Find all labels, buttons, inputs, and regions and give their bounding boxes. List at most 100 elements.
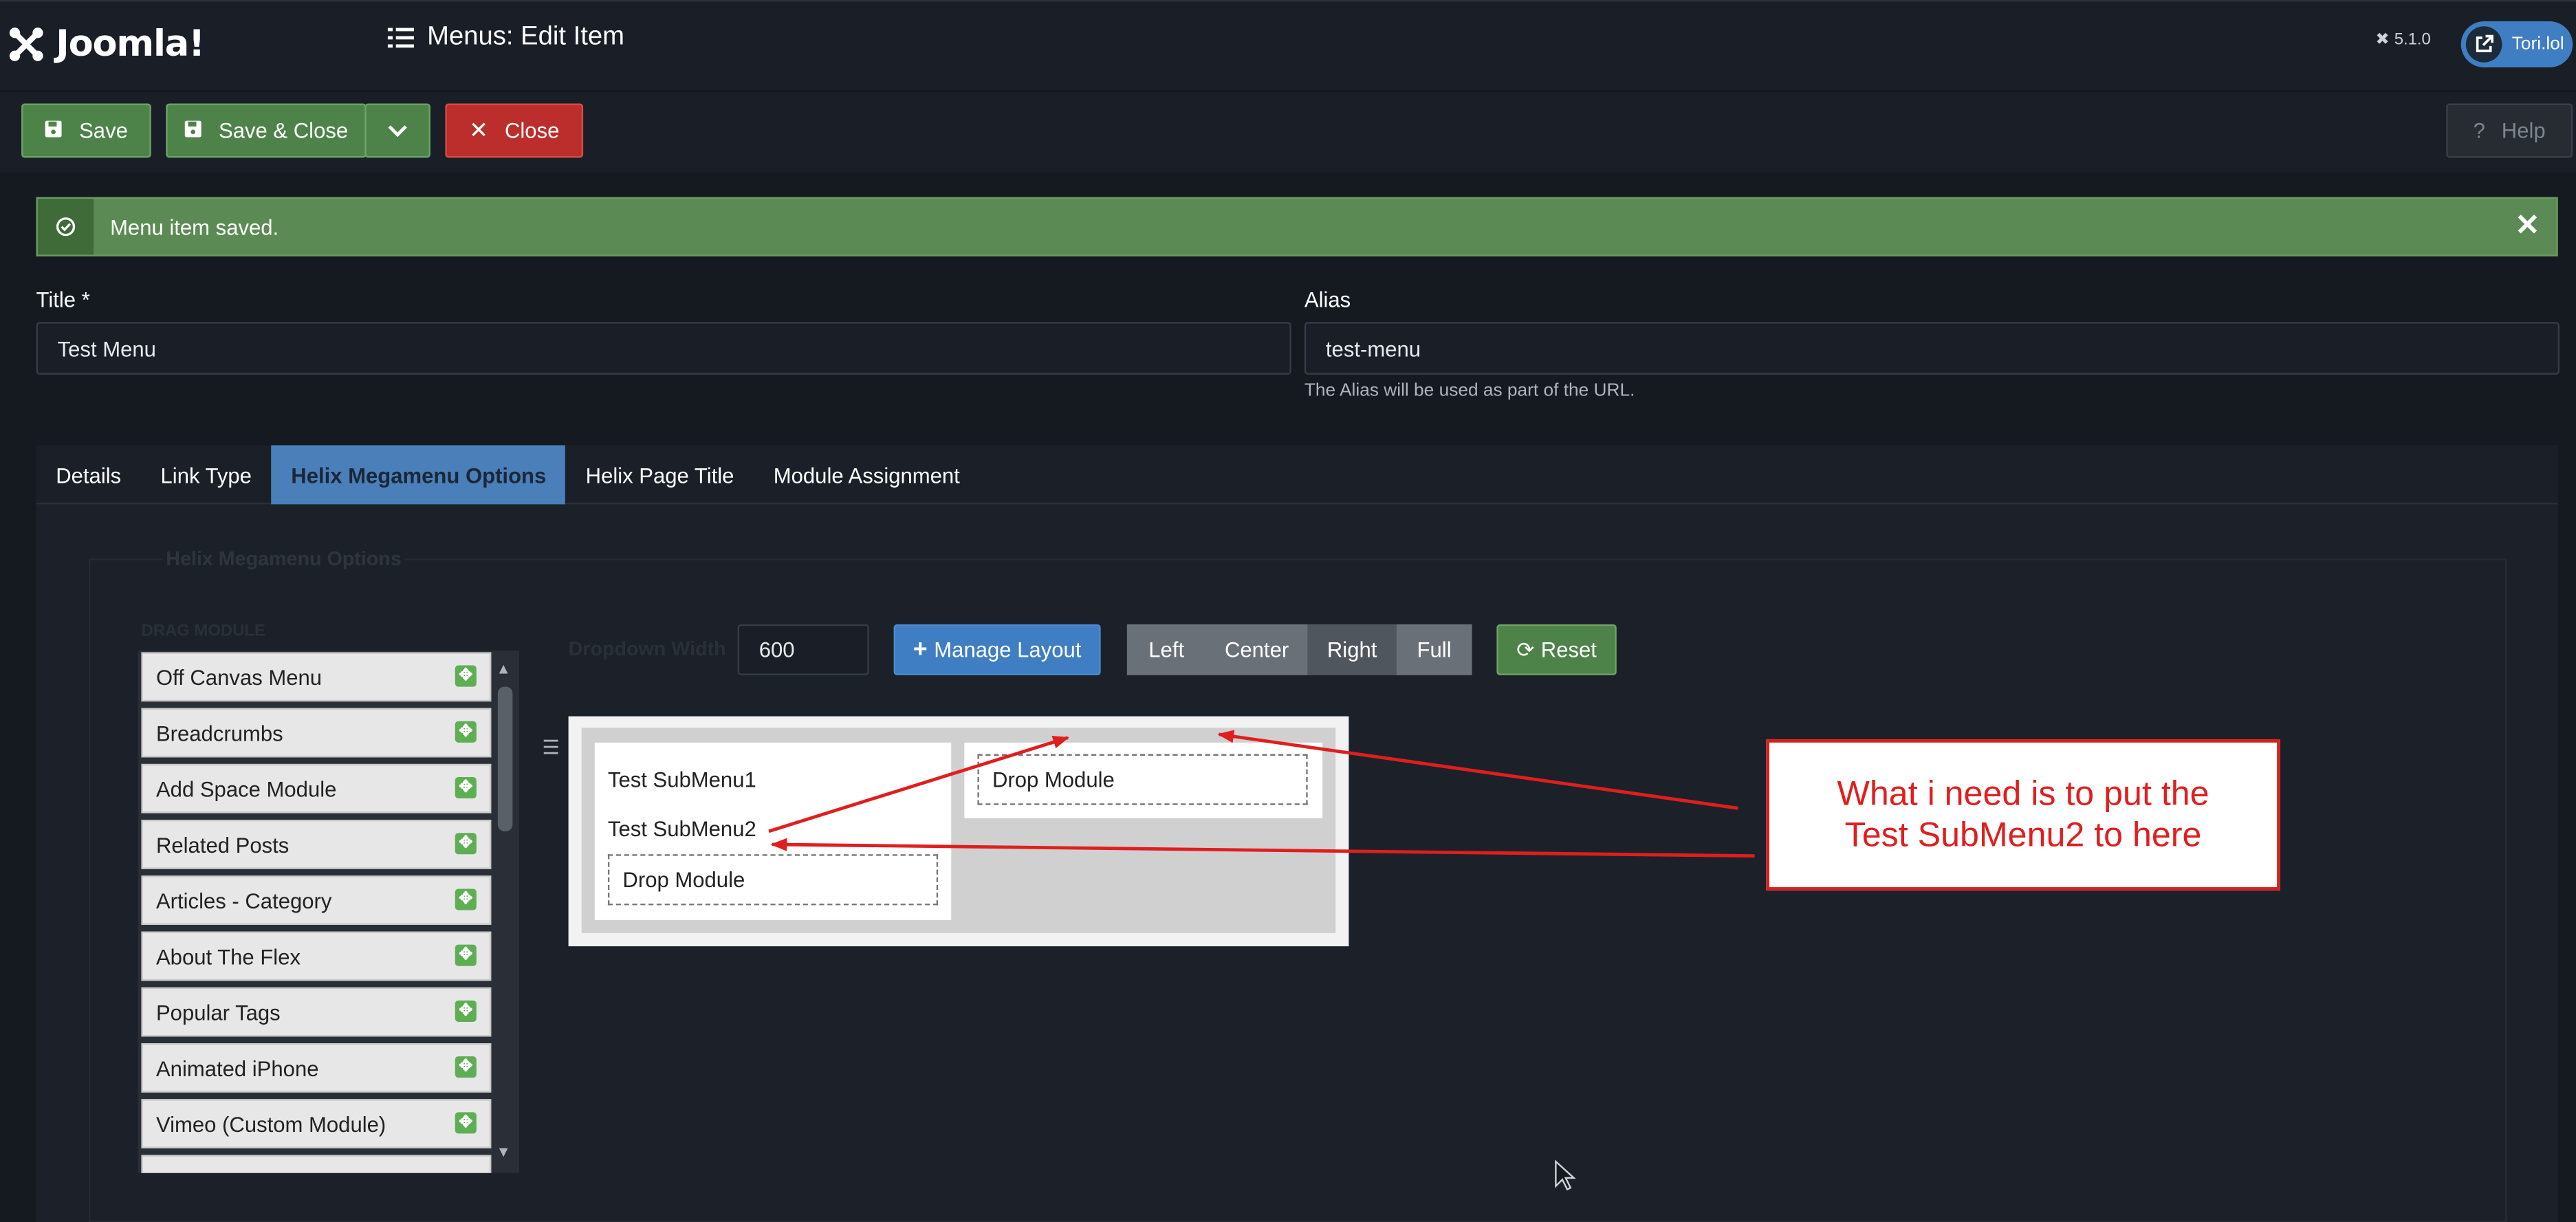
align-label: Full	[1417, 637, 1452, 662]
alert-close-icon[interactable]: ✕	[2515, 208, 2540, 243]
drop-module-zone-1[interactable]: Drop Module	[607, 854, 939, 906]
submenu-item-2[interactable]: Test SubMenu2	[608, 816, 756, 841]
move-icon[interactable]: ✥	[455, 1056, 477, 1078]
align-label: Center	[1224, 637, 1289, 662]
module-item-vimeo[interactable]: Vimeo (Custom Module) ✥	[141, 1099, 492, 1148]
user-name: Tori.lol	[2511, 34, 2564, 54]
module-label: Related Posts	[155, 832, 290, 857]
row-drag-handle-icon[interactable]: ☰	[542, 736, 560, 759]
annotation-line-1: What i need is to put the	[1837, 775, 2209, 814]
move-icon[interactable]: ✥	[455, 665, 477, 687]
alias-label: Alias	[1304, 287, 1351, 312]
dropdown-width-value: 600	[758, 637, 795, 662]
manage-layout-label: Manage Layout	[934, 637, 1082, 662]
alias-help-text: The Alias will be used as part of the UR…	[1304, 381, 1635, 401]
tab-module-assignment[interactable]: Module Assignment	[754, 445, 979, 504]
module-item-animated-iphone[interactable]: Animated iPhone ✥	[141, 1043, 492, 1093]
external-link-icon	[2465, 26, 2502, 63]
module-list[interactable]: Off Canvas Menu ✥ Breadcrumbs ✥ Add Space …	[138, 651, 519, 1173]
plus-icon: +	[913, 635, 928, 664]
reset-label: Reset	[1540, 637, 1597, 662]
close-button[interactable]: ✕ Close	[445, 103, 584, 158]
top-header	[0, 0, 2576, 91]
module-label: Vimeo (Custom Module)	[155, 1111, 386, 1136]
align-label: Right	[1327, 637, 1377, 662]
manage-layout-button[interactable]: + Manage Layout	[893, 624, 1101, 675]
list-icon	[387, 28, 415, 48]
mouse-cursor-icon	[1555, 1159, 1576, 1191]
reset-button[interactable]: ⟳ Reset	[1496, 624, 1617, 675]
tab-label: Details	[56, 462, 122, 488]
fieldset-legend: Helix Megamenu Options	[162, 547, 405, 570]
chevron-down-icon	[388, 124, 407, 137]
module-label: Animated iPhone	[155, 1055, 319, 1080]
move-icon[interactable]: ✥	[455, 833, 477, 855]
tab-helix-page-title[interactable]: Helix Page Title	[566, 445, 754, 504]
save-close-button[interactable]: Save & Close	[166, 103, 367, 158]
close-icon: ✕	[469, 116, 489, 143]
alias-field[interactable]: test-menu	[1304, 322, 2560, 375]
version-text: 5.1.0	[2394, 31, 2431, 50]
tab-label: Helix Megamenu Options	[291, 462, 547, 488]
joomla-logo[interactable]: Joomla!	[7, 20, 205, 69]
help-label: Help	[2501, 118, 2546, 143]
align-label: Left	[1148, 637, 1185, 662]
move-icon[interactable]: ✥	[455, 888, 477, 910]
module-item-popular-tags[interactable]: Popular Tags ✥	[141, 987, 492, 1037]
move-icon[interactable]: ✥	[455, 1000, 477, 1022]
module-item-articles-category[interactable]: Articles - Category ✥	[141, 875, 492, 926]
brand-name: Joomla!	[56, 23, 205, 65]
user-menu-button[interactable]: Tori.lol	[2460, 21, 2573, 67]
drop-module-label: Drop Module	[992, 767, 1115, 792]
module-item-off-canvas-menu[interactable]: Off Canvas Menu ✥	[141, 652, 492, 702]
move-icon[interactable]: ✥	[455, 1112, 477, 1134]
save-options-dropdown[interactable]	[364, 103, 430, 158]
module-label: Breadcrumbs	[155, 720, 283, 745]
module-item-breadcrumbs[interactable]: Breadcrumbs ✥	[141, 708, 492, 758]
align-left-button[interactable]: Left	[1126, 624, 1206, 675]
save-label: Save	[79, 118, 128, 143]
title-value: Test Menu	[57, 336, 156, 361]
page-title: Menus: Edit Item	[387, 23, 624, 52]
annotation-line-2: Test SubMenu2 to here	[1844, 816, 2202, 855]
annotation-callout: What i need is to put the Test SubMenu2 …	[1766, 739, 2280, 891]
tab-details[interactable]: Details	[36, 445, 141, 504]
align-full-button[interactable]: Full	[1396, 624, 1472, 675]
move-icon[interactable]: ✥	[455, 721, 477, 743]
tab-link-type[interactable]: Link Type	[141, 445, 272, 504]
module-item-about-the-flex[interactable]: About The Flex ✥	[141, 931, 492, 981]
tab-label: Link Type	[160, 462, 252, 488]
tab-bar: Details Link Type Helix Megamenu Options…	[36, 445, 2558, 505]
save-close-label: Save & Close	[218, 118, 349, 143]
save-button[interactable]: Save	[21, 103, 151, 158]
dropdown-width-input[interactable]: 600	[737, 624, 869, 675]
move-icon[interactable]: ✥	[455, 776, 477, 799]
drop-module-zone-2[interactable]: Drop Module	[977, 754, 1308, 805]
tab-label: Module Assignment	[773, 462, 960, 488]
floppy-disk-icon	[45, 118, 63, 143]
move-icon[interactable]: ✥	[455, 944, 477, 966]
submenu-item-1[interactable]: Test SubMenu1	[608, 767, 756, 792]
module-item-add-space[interactable]: Add Space Module ✥	[141, 763, 492, 814]
module-label: Add Space Module	[155, 776, 337, 801]
drop-module-label: Drop Module	[622, 867, 745, 893]
module-label: Articles - Category	[155, 888, 332, 913]
scroll-down-icon[interactable]: ▼	[496, 1144, 510, 1160]
align-center-button[interactable]: Center	[1205, 624, 1308, 675]
floppy-disk-icon	[184, 118, 202, 143]
drag-module-label: DRAG MODULE	[141, 622, 265, 641]
tab-label: Helix Page Title	[585, 462, 734, 488]
page-title-text: Menus: Edit Item	[427, 23, 624, 52]
success-alert: Menu item saved. ✕	[36, 197, 2558, 257]
tab-helix-megamenu-options[interactable]: Helix Megamenu Options	[271, 445, 566, 505]
title-field[interactable]: Test Menu	[36, 322, 1291, 375]
scroll-up-icon[interactable]: ▲	[496, 660, 510, 677]
scrollbar-thumb[interactable]	[497, 686, 513, 831]
dropdown-width-label: Dropdown Width	[568, 637, 726, 661]
help-button[interactable]: ? Help	[2446, 103, 2573, 158]
module-item-related-posts[interactable]: Related Posts ✥	[141, 820, 492, 869]
module-label: Off Canvas Menu	[155, 664, 323, 690]
module-item-partial[interactable]	[141, 1155, 492, 1173]
align-right-button[interactable]: Right	[1307, 624, 1397, 675]
alert-message: Menu item saved.	[110, 214, 279, 239]
